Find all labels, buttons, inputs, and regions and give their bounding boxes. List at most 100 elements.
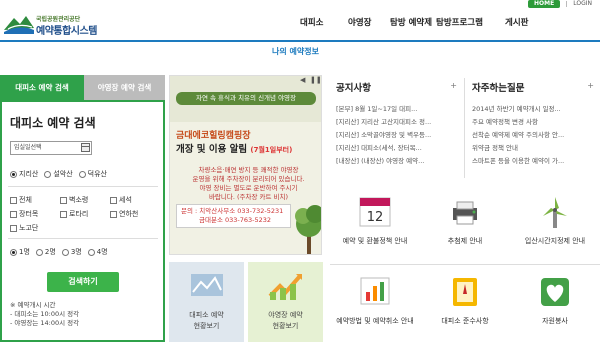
faq-more-icon[interactable]: + bbox=[587, 81, 594, 90]
faq-board: 자주하는질문 + 2014년 하반기 예약개시 일정... 주요 예약정책 변경… bbox=[466, 75, 600, 180]
shelter-check-jangteomok[interactable]: 장터목 bbox=[10, 209, 60, 219]
book-icon bbox=[453, 278, 477, 306]
main-nav: 대피소 야영장 탐방 예약제 탐방프로그램 게시판 bbox=[295, 16, 600, 32]
faq-title[interactable]: 자주하는질문 bbox=[472, 80, 524, 94]
lottery-info-link[interactable]: 추첨제 안내 bbox=[420, 186, 510, 264]
tab-shelter-search[interactable]: 대피소 예약 검색 bbox=[0, 75, 84, 100]
checkbox-icon bbox=[10, 224, 17, 232]
volunteer-link[interactable]: 자원봉사 bbox=[510, 266, 600, 344]
campsite-status-link[interactable]: 야영장 예약 현황보기 bbox=[248, 262, 323, 342]
banner-subtitle: 개장 및 이용 알림 (7월1일부터) bbox=[176, 144, 293, 155]
notice-title[interactable]: 공지사항 bbox=[336, 80, 371, 94]
entry-time-info-link[interactable]: 입산시간지정제 안내 bbox=[510, 186, 600, 264]
shelter-rules-link[interactable]: 대피소 준수사항 bbox=[420, 266, 510, 344]
tab-campsite-search[interactable]: 야영장 예약 검색 bbox=[84, 75, 165, 100]
printer-icon bbox=[453, 201, 477, 225]
site-logo[interactable]: 국립공원관리공단 예약통합시스템 bbox=[4, 10, 124, 37]
search-button[interactable]: 검색하기 bbox=[47, 272, 119, 292]
calendar-icon: 12 bbox=[359, 197, 391, 227]
shelter-check-byeoksoryeong[interactable]: 벽소령 bbox=[60, 195, 110, 205]
nav-shelter[interactable]: 대피소 bbox=[300, 16, 323, 28]
panel-title: 대피소 예약 검색 bbox=[10, 116, 96, 130]
notice-board: 공지사항 + [본부] 8월 1일~17일 대피... [지리산] 지리산 고산… bbox=[330, 75, 463, 180]
nav-campsite[interactable]: 야영장 bbox=[348, 16, 371, 28]
reservation-notes: ※ 예약개시 시간 - 대피소는 10:00시 정각 - 야영장는 14:00시… bbox=[10, 301, 80, 327]
divider bbox=[464, 78, 465, 178]
heart-icon bbox=[541, 278, 569, 306]
radio-icon bbox=[44, 170, 52, 178]
notice-item[interactable]: [내장산] (내장산) 야영장 예약... bbox=[336, 155, 431, 168]
shelter-check-seseok[interactable]: 세석 bbox=[110, 195, 160, 205]
faq-item[interactable]: 2014년 하반기 예약개시 일정... bbox=[472, 103, 564, 116]
park-radio-jirisan[interactable]: 지리산 bbox=[10, 169, 38, 179]
login-link[interactable]: LOGIN bbox=[573, 0, 592, 8]
booking-method-link[interactable]: 예약방법 및 예약취소 안내 bbox=[330, 266, 420, 344]
nav-divider bbox=[0, 40, 600, 42]
radio-icon bbox=[78, 170, 86, 178]
calendar-number: 12 bbox=[367, 210, 384, 225]
banner-contact: 문의 : 치악산사무소 033-732-5231 금대분소 033-763-52… bbox=[176, 204, 291, 228]
notice-item[interactable]: [본부] 8월 1일~17일 대피... bbox=[336, 103, 431, 116]
checkbox-icon bbox=[10, 196, 17, 204]
nav-board[interactable]: 게시판 bbox=[505, 16, 528, 28]
divider bbox=[8, 186, 158, 187]
nav-trail-program[interactable]: 탐방프로그램 bbox=[436, 16, 483, 28]
people-radio-4[interactable]: 4명 bbox=[87, 247, 108, 257]
windmill-icon bbox=[543, 197, 567, 228]
reservation-search-panel: 대피소 예약 검색 입실일선택 지리산 설악산 덕유산 전체 벽소령 세석 장터… bbox=[0, 100, 165, 342]
faq-item[interactable]: 스마트폰 등을 이용한 예약이 가... bbox=[472, 155, 564, 168]
radio-icon bbox=[35, 248, 43, 256]
park-radio-deogyusan[interactable]: 덕유산 bbox=[78, 169, 107, 179]
shelter-check-all[interactable]: 전체 bbox=[10, 195, 60, 205]
people-radio-1[interactable]: 1명 bbox=[10, 247, 30, 257]
banner-pause-icon[interactable]: ❚❚ bbox=[310, 76, 322, 84]
checkbox-icon bbox=[60, 196, 67, 204]
tree-illustration-icon bbox=[295, 205, 321, 254]
my-reservation-link[interactable]: 나의 예약정보 bbox=[272, 46, 319, 57]
notice-item[interactable]: [지리산] 대피소(세석, 장터목... bbox=[336, 142, 431, 155]
people-radio-group: 1명 2명 3명 4명 bbox=[10, 247, 114, 257]
promo-banner[interactable]: 자연 속 휴식과 치유의 신개념 야영장 금대에코힐링캠핑장 개장 및 이용 알… bbox=[169, 75, 322, 255]
radio-icon bbox=[87, 248, 95, 256]
faq-item[interactable]: 선착순 예약제 예약 주의사항 안... bbox=[472, 129, 564, 142]
shelter-check-yeonhacheon[interactable]: 연하천 bbox=[110, 209, 160, 219]
checkin-date-input[interactable]: 입실일선택 bbox=[10, 141, 92, 155]
faq-list: 2014년 하반기 예약개시 일정... 주요 예약정책 변경 사항 선착순 예… bbox=[472, 103, 564, 168]
home-button[interactable]: HOME bbox=[528, 0, 561, 8]
calendar-icon[interactable] bbox=[81, 143, 90, 152]
notice-list: [본부] 8월 1일~17일 대피... [지리산] 지리산 고산지대피소 정.… bbox=[336, 103, 431, 168]
checkbox-icon bbox=[60, 210, 67, 218]
shelter-status-link[interactable]: 대피소 예약 현황보기 bbox=[169, 262, 244, 342]
shelter-checkbox-group: 전체 벽소령 세석 장터목 로타리 연하천 노고단 bbox=[10, 195, 160, 233]
banner-prev-icon[interactable]: ◀ bbox=[300, 76, 305, 84]
people-radio-3[interactable]: 3명 bbox=[61, 247, 82, 257]
shelter-check-nogodan[interactable]: 노고단 bbox=[10, 223, 60, 233]
divider bbox=[8, 238, 158, 239]
radio-icon bbox=[61, 248, 69, 256]
logo-name: 예약통합시스템 bbox=[36, 26, 97, 37]
refund-policy-link[interactable]: 12 예약 및 환불정책 안내 bbox=[330, 186, 420, 264]
nav-trail-reservation[interactable]: 탐방 예약제 bbox=[390, 16, 432, 28]
faq-item[interactable]: 위약금 정책 안내 bbox=[472, 142, 564, 155]
checkbox-icon bbox=[10, 210, 17, 218]
radio-icon bbox=[10, 248, 17, 256]
chart-icon bbox=[360, 277, 390, 305]
park-radio-group: 지리산 설악산 덕유산 bbox=[10, 169, 113, 179]
people-radio-2[interactable]: 2명 bbox=[35, 247, 56, 257]
faq-item[interactable]: 주요 예약정책 변경 사항 bbox=[472, 116, 564, 129]
top-links: HOME LOGIN bbox=[528, 0, 592, 8]
radio-icon bbox=[10, 170, 17, 178]
notice-more-icon[interactable]: + bbox=[450, 81, 457, 90]
notice-item[interactable]: [지리산] 지리산 고산지대피소 정... bbox=[336, 116, 431, 129]
park-radio-seoraksan[interactable]: 설악산 bbox=[44, 169, 73, 179]
banner-title: 금대에코힐링캠핑장 bbox=[176, 131, 251, 141]
quick-icon-grid: 12 예약 및 환불정책 안내 추첨제 안내 입산시간지정제 안내 예약방법 및 bbox=[330, 186, 600, 344]
mountain-logo-icon bbox=[4, 16, 34, 34]
shelter-check-rotary[interactable]: 로타리 bbox=[60, 209, 110, 219]
notice-item[interactable]: [지리산] 소막골야영장 및 벽우등... bbox=[336, 129, 431, 142]
checkbox-icon bbox=[110, 196, 117, 204]
reservation-tabs: 대피소 예약 검색 야영장 예약 검색 bbox=[0, 75, 165, 100]
checkbox-icon bbox=[110, 210, 117, 218]
shelter-map-icon bbox=[191, 274, 223, 296]
separator bbox=[566, 1, 568, 7]
